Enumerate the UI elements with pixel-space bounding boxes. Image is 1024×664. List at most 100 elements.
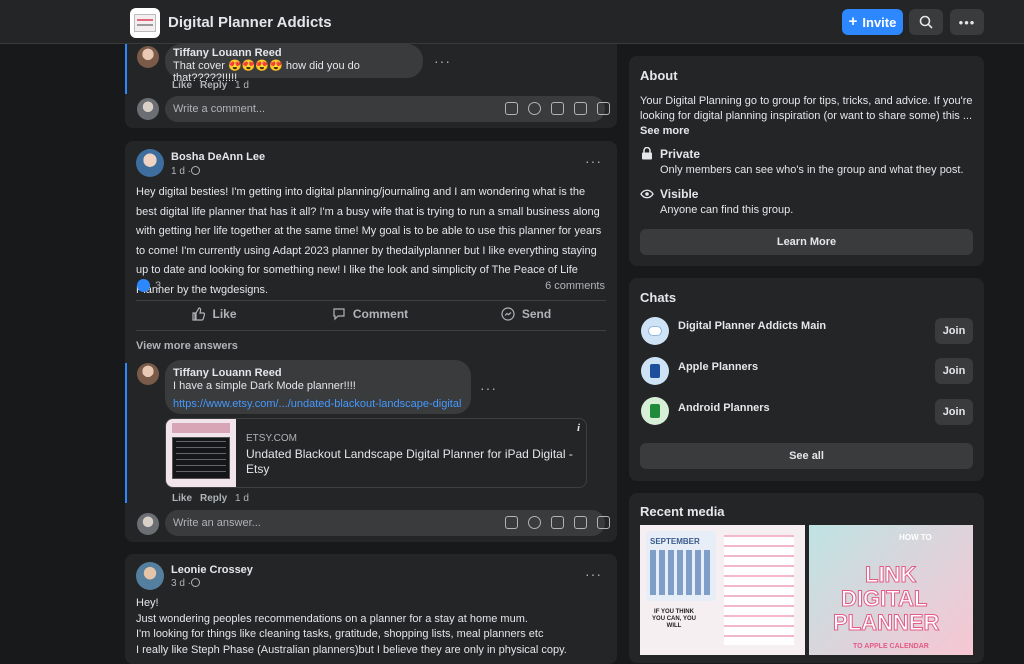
sticker-icon[interactable] [597, 516, 610, 529]
like-button[interactable]: Like [136, 307, 292, 321]
post-line: Hey! [136, 597, 159, 609]
join-chat-button[interactable]: Join [935, 399, 973, 425]
link-preview-domain: ETSY.COM [246, 433, 297, 444]
reaction-count[interactable]: 3 [155, 280, 161, 292]
reply-author-avatar[interactable] [137, 363, 159, 385]
my-avatar [137, 98, 159, 120]
thumb-text: TO APPLE CALENDAR [853, 643, 929, 650]
chats-title: Chats [640, 290, 677, 305]
camera-icon[interactable] [551, 516, 564, 529]
like-reaction-icon[interactable] [137, 279, 150, 292]
post-author-name[interactable]: Leonie Crossey [171, 564, 253, 576]
post-more-icon[interactable]: ··· [585, 154, 602, 168]
post-timestamp[interactable]: 3 d · [171, 578, 191, 589]
thumb-text: HOW TO [899, 533, 932, 542]
comment-like-link[interactable]: Like [172, 80, 192, 91]
see-more-link[interactable]: See more [640, 125, 690, 137]
sticker-icon[interactable] [597, 102, 610, 115]
post-actions: Like Comment Send [136, 307, 604, 321]
send-button[interactable]: Send [448, 307, 604, 321]
about-text: Your Digital Planning go to group for ti… [640, 95, 973, 122]
more-dots-icon: ••• [958, 14, 976, 30]
search-button[interactable] [909, 9, 943, 35]
about-title: About [640, 68, 678, 83]
reply-like-link[interactable]: Like [172, 493, 192, 504]
join-chat-button[interactable]: Join [935, 318, 973, 344]
comment-author[interactable]: Tiffany Louann Reed [173, 47, 282, 59]
globe-icon [191, 578, 200, 587]
thumb-text: DIGITAL [840, 586, 928, 611]
chat-name[interactable]: Apple Planners [678, 361, 758, 373]
emoji-icon[interactable] [528, 102, 541, 115]
privacy-title: Private [660, 147, 701, 161]
reply-bubble: Tiffany Louann Reed I have a simple Dark… [165, 360, 471, 414]
link-preview-card[interactable]: ETSY.COM Undated Blackout Landscape Digi… [165, 418, 587, 488]
comment-label: Comment [352, 307, 409, 321]
visibility-title: Visible [660, 187, 699, 201]
more-options-button[interactable]: ••• [950, 9, 984, 35]
post-text: Hey! Just wondering peoples recommendati… [136, 596, 606, 658]
join-chat-button[interactable]: Join [935, 358, 973, 384]
view-more-answers-link[interactable]: View more answers [136, 340, 238, 352]
reply-author[interactable]: Tiffany Louann Reed [173, 367, 282, 379]
avatar-sticker-icon[interactable] [505, 102, 518, 115]
camera-icon[interactable] [551, 102, 564, 115]
divider [136, 300, 606, 301]
post-text: Hey digital besties! I'm getting into di… [136, 186, 602, 296]
post-line: I really like Steph Phase (Australian pl… [136, 643, 567, 656]
see-all-chats-button[interactable]: See all [640, 443, 973, 469]
media-thumbnail[interactable]: HOW TO LINK DIGITAL PLANNER TO APPLE CAL… [809, 525, 973, 655]
like-label: Like [212, 307, 237, 321]
emoji-icon[interactable] [528, 516, 541, 529]
answer-composer[interactable]: Write an answer... [165, 510, 610, 536]
reply-more-icon[interactable]: ··· [480, 381, 497, 395]
thumb-month-label: SEPTEMBER [650, 537, 700, 546]
privacy-desc: Only members can see who's in the group … [660, 164, 964, 176]
chat-name[interactable]: Android Planners [678, 402, 770, 414]
comment-more-icon[interactable]: ··· [434, 54, 451, 68]
post-line: Just wondering peoples recommendations o… [136, 612, 528, 625]
send-label: Send [521, 307, 552, 321]
chats-card: Chats Digital Planner Addicts Main Join … [629, 278, 984, 481]
chat-avatar[interactable] [641, 357, 669, 385]
eye-icon [640, 189, 654, 199]
previous-post-card: Tiffany Louann Reed That cover 😍😍😍😍 how … [125, 44, 617, 128]
comment-composer[interactable]: Write a comment... [165, 96, 610, 122]
chat-bubble-icon [648, 326, 662, 336]
reply-link[interactable]: https://www.etsy.com/.../undated-blackou… [173, 398, 461, 410]
recent-media-title: Recent media [640, 504, 725, 519]
comment-time: 1 d [235, 80, 249, 91]
comment-icon [333, 308, 345, 321]
comment-button[interactable]: Comment [292, 307, 448, 321]
post-author-name[interactable]: Bosha DeAnn Lee [171, 151, 265, 163]
post-author-avatar[interactable] [136, 562, 164, 590]
comment-count[interactable]: 6 comments [545, 280, 605, 292]
chat-avatar[interactable] [641, 317, 669, 345]
gif-icon[interactable] [574, 516, 587, 529]
commenter-avatar[interactable] [137, 46, 159, 68]
post-author-avatar[interactable] [136, 149, 164, 177]
learn-more-button[interactable]: Learn More [640, 229, 973, 255]
avatar-sticker-icon[interactable] [505, 516, 518, 529]
notebook-icon [650, 404, 660, 418]
plus-icon: + [848, 13, 858, 30]
group-logo[interactable] [130, 8, 160, 38]
gif-icon[interactable] [574, 102, 587, 115]
group-title[interactable]: Digital Planner Addicts [168, 14, 332, 31]
chat-name[interactable]: Digital Planner Addicts Main [678, 320, 826, 332]
comment-input-placeholder: Write a comment... [173, 103, 266, 115]
media-thumbnail[interactable]: SEPTEMBER IF YOU THINK YOU CAN, YOU WILL [640, 525, 805, 655]
post-more-icon[interactable]: ··· [585, 567, 602, 581]
post-timestamp[interactable]: 1 d · [171, 166, 191, 177]
invite-button[interactable]: + Invite [842, 9, 903, 35]
info-icon[interactable]: i [577, 422, 580, 434]
answer-input-placeholder: Write an answer... [173, 517, 261, 529]
reply-reply-link[interactable]: Reply [200, 493, 227, 504]
comment-bubble: Tiffany Louann Reed That cover 😍😍😍😍 how … [165, 44, 423, 84]
comment-reply-link[interactable]: Reply [200, 80, 227, 91]
reply-thread-line [125, 363, 127, 503]
chat-avatar[interactable] [641, 397, 669, 425]
thumbs-up-icon [192, 307, 206, 321]
messenger-icon [501, 307, 515, 321]
notebook-icon [650, 364, 660, 378]
